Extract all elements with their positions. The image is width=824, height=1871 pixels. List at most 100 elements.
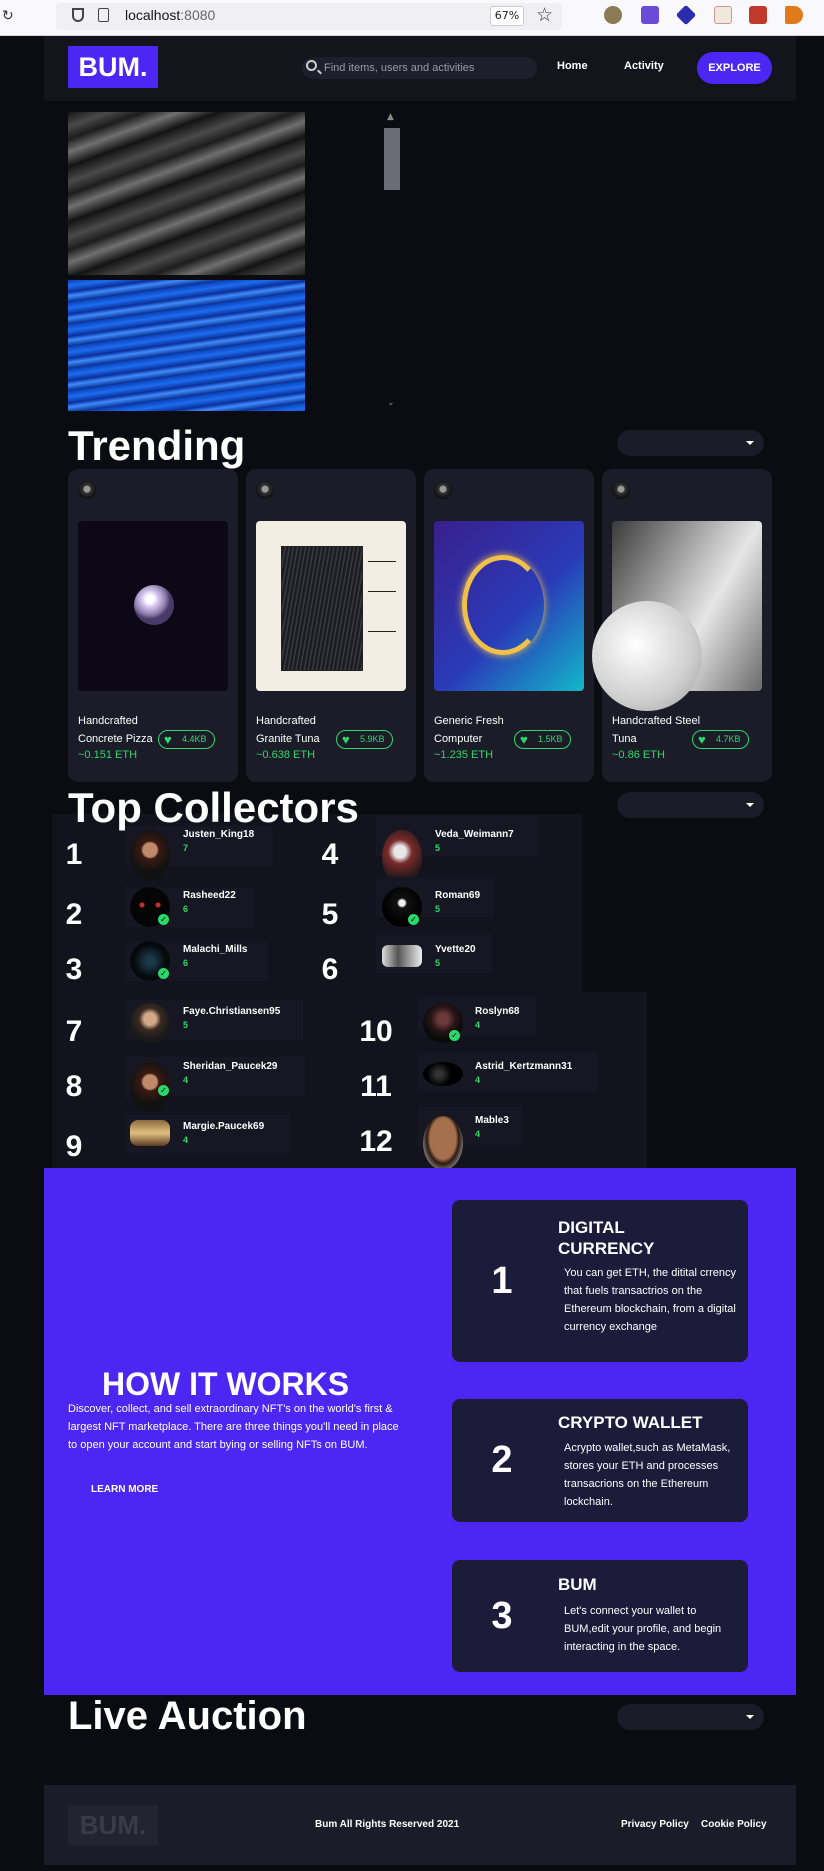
top-collectors-title: Top Collectors <box>68 784 359 831</box>
extension-icon[interactable] <box>785 6 803 24</box>
site-logo[interactable]: BUM. <box>68 46 158 88</box>
explore-button[interactable]: EXPLORE <box>697 52 772 84</box>
collector-name[interactable]: Mable3 <box>475 1115 509 1126</box>
search-bar[interactable] <box>302 57 537 79</box>
collector-rank: 12 <box>359 1125 393 1158</box>
collector-name[interactable]: Malachi_Mills <box>183 944 247 955</box>
extension-icon[interactable] <box>641 6 659 24</box>
like-badge[interactable]: ♥ 4.7KB <box>692 730 749 749</box>
collector-rank: 8 <box>65 1070 83 1103</box>
nft-card[interactable]: Generic Fresh Computer ♥ 1.5KB ~1.235 ETH <box>424 469 594 782</box>
scroll-down-arrow-icon[interactable]: ⌄ <box>387 398 395 408</box>
collector-name[interactable]: Yvette20 <box>435 944 476 955</box>
collector-count: 4 <box>475 1020 481 1030</box>
collector-name[interactable]: Margie.Paucek69 <box>183 1121 264 1132</box>
collector-name[interactable]: Roman69 <box>435 890 480 901</box>
verified-check-icon: ✓ <box>158 914 169 925</box>
nft-card[interactable]: Handcrafted Granite Tuna ♥ 5.9KB ~0.638 E… <box>246 469 416 782</box>
url-text[interactable]: localhost:8080 <box>125 7 215 23</box>
collectors-filter-dropdown[interactable] <box>617 792 764 818</box>
step-number: 2 <box>491 1439 513 1481</box>
heart-icon: ♥ <box>520 732 528 747</box>
heart-icon: ♥ <box>698 732 706 747</box>
shield-icon[interactable] <box>72 8 84 22</box>
collector-rank: 6 <box>321 953 339 986</box>
reload-icon[interactable]: ↻ <box>2 8 18 24</box>
collector-rank: 3 <box>65 953 83 986</box>
nft-price: ~0.151 ETH <box>78 749 138 761</box>
extension-icon[interactable] <box>604 6 622 24</box>
collector-avatar[interactable] <box>423 1062 463 1086</box>
collector-name[interactable]: Astrid_Kertzmann31 <box>475 1061 572 1072</box>
collector-name[interactable]: Veda_Weimann7 <box>435 829 514 840</box>
nft-image[interactable] <box>78 521 228 691</box>
nav-activity-link[interactable]: Activity <box>624 60 664 72</box>
nav-home-link[interactable]: Home <box>557 60 588 72</box>
collector-count: 5 <box>183 1020 189 1030</box>
scrollbar-thumb[interactable] <box>384 128 400 190</box>
collector-avatar[interactable] <box>382 945 422 967</box>
collector-name[interactable]: Faye.Christiansen95 <box>183 1006 280 1017</box>
creator-avatar[interactable] <box>256 481 274 499</box>
scroll-up-arrow-icon[interactable]: ▲ <box>387 112 394 122</box>
like-badge[interactable]: ♥ 4.4KB <box>158 730 215 749</box>
collector-name[interactable]: Justen_King18 <box>183 829 254 840</box>
collector-name[interactable]: Rasheed22 <box>183 890 236 901</box>
collector-count: 6 <box>183 958 189 968</box>
cookie-policy-link[interactable]: Cookie Policy <box>701 1819 767 1830</box>
nft-name: Handcrafted Steel Tuna <box>612 715 701 745</box>
collector-name[interactable]: Sheridan_Paucek29 <box>183 1061 278 1072</box>
creator-avatar[interactable] <box>434 481 452 499</box>
nft-card[interactable]: Handcrafted Concrete Pizza ♥ 4.4KB ~0.151… <box>68 469 238 782</box>
zoom-indicator[interactable]: 67% <box>490 6 524 26</box>
step-card: 1 DIGITAL CURRENCY You can get ETH, the … <box>452 1200 748 1362</box>
nft-price: ~0.86 ETH <box>612 749 665 761</box>
how-it-works-title: HOW IT WORKS <box>102 1366 350 1402</box>
collector-count: 4 <box>475 1075 481 1085</box>
nft-card[interactable]: Handcrafted Steel Tuna ♥ 4.7KB ~0.86 ETH <box>592 469 772 782</box>
step-text: You can get ETH, the ditital crrency tha… <box>564 1267 737 1333</box>
nft-image[interactable] <box>434 521 584 691</box>
creator-avatar[interactable] <box>78 481 96 499</box>
carousel-image-waves[interactable] <box>68 280 305 411</box>
live-auction-title: Live Auction <box>68 1694 307 1738</box>
creator-avatar[interactable] <box>612 481 630 499</box>
like-badge[interactable]: ♥ 5.9KB <box>336 730 393 749</box>
extension-icon[interactable] <box>714 6 732 24</box>
extension-icon[interactable] <box>675 4 697 26</box>
nft-name: Generic Fresh Computer <box>434 715 504 745</box>
collector-avatar[interactable] <box>382 830 422 884</box>
footer-logo[interactable]: BUM. <box>68 1805 158 1845</box>
nft-image[interactable] <box>592 521 762 711</box>
collector-count: 5 <box>435 904 441 914</box>
privacy-policy-link[interactable]: Privacy Policy <box>621 1819 689 1830</box>
extension-icon[interactable] <box>749 6 767 24</box>
trending-title: Trending <box>68 422 246 469</box>
nft-image[interactable] <box>256 521 406 691</box>
collector-rank: 7 <box>65 1015 83 1048</box>
nft-price: ~0.638 ETH <box>256 749 316 761</box>
like-badge[interactable]: ♥ 1.5KB <box>514 730 571 749</box>
collector-count: 5 <box>435 958 441 968</box>
collector-avatar[interactable] <box>423 1116 463 1170</box>
collector-avatar[interactable] <box>130 1003 170 1043</box>
site-footer: BUM. Bum All Rights Reserved 2021 Privac… <box>44 1785 796 1865</box>
collector-count: 4 <box>475 1129 481 1139</box>
collector-count: 5 <box>435 843 441 853</box>
collector-avatar[interactable] <box>130 1120 170 1146</box>
trending-filter-dropdown[interactable] <box>617 430 764 456</box>
search-icon <box>306 60 317 71</box>
collector-count: 4 <box>183 1135 189 1145</box>
learn-more-link[interactable]: LEARN MORE <box>91 1484 158 1495</box>
how-it-works-section: HOW IT WORKS Discover, collect, and sell… <box>44 1168 796 1695</box>
collector-name[interactable]: Roslyn68 <box>475 1006 519 1017</box>
bookmark-star-icon[interactable]: ☆ <box>536 4 553 26</box>
search-input[interactable] <box>324 57 529 79</box>
collector-rank: 2 <box>65 898 83 931</box>
copyright-text: Bum All Rights Reserved 2021 <box>315 1819 460 1830</box>
auction-filter-dropdown[interactable] <box>617 1704 764 1730</box>
collector-avatar[interactable] <box>130 830 170 880</box>
carousel-image-fabric[interactable] <box>68 112 305 275</box>
step-number: 1 <box>491 1260 513 1302</box>
verified-check-icon: ✓ <box>158 968 169 979</box>
